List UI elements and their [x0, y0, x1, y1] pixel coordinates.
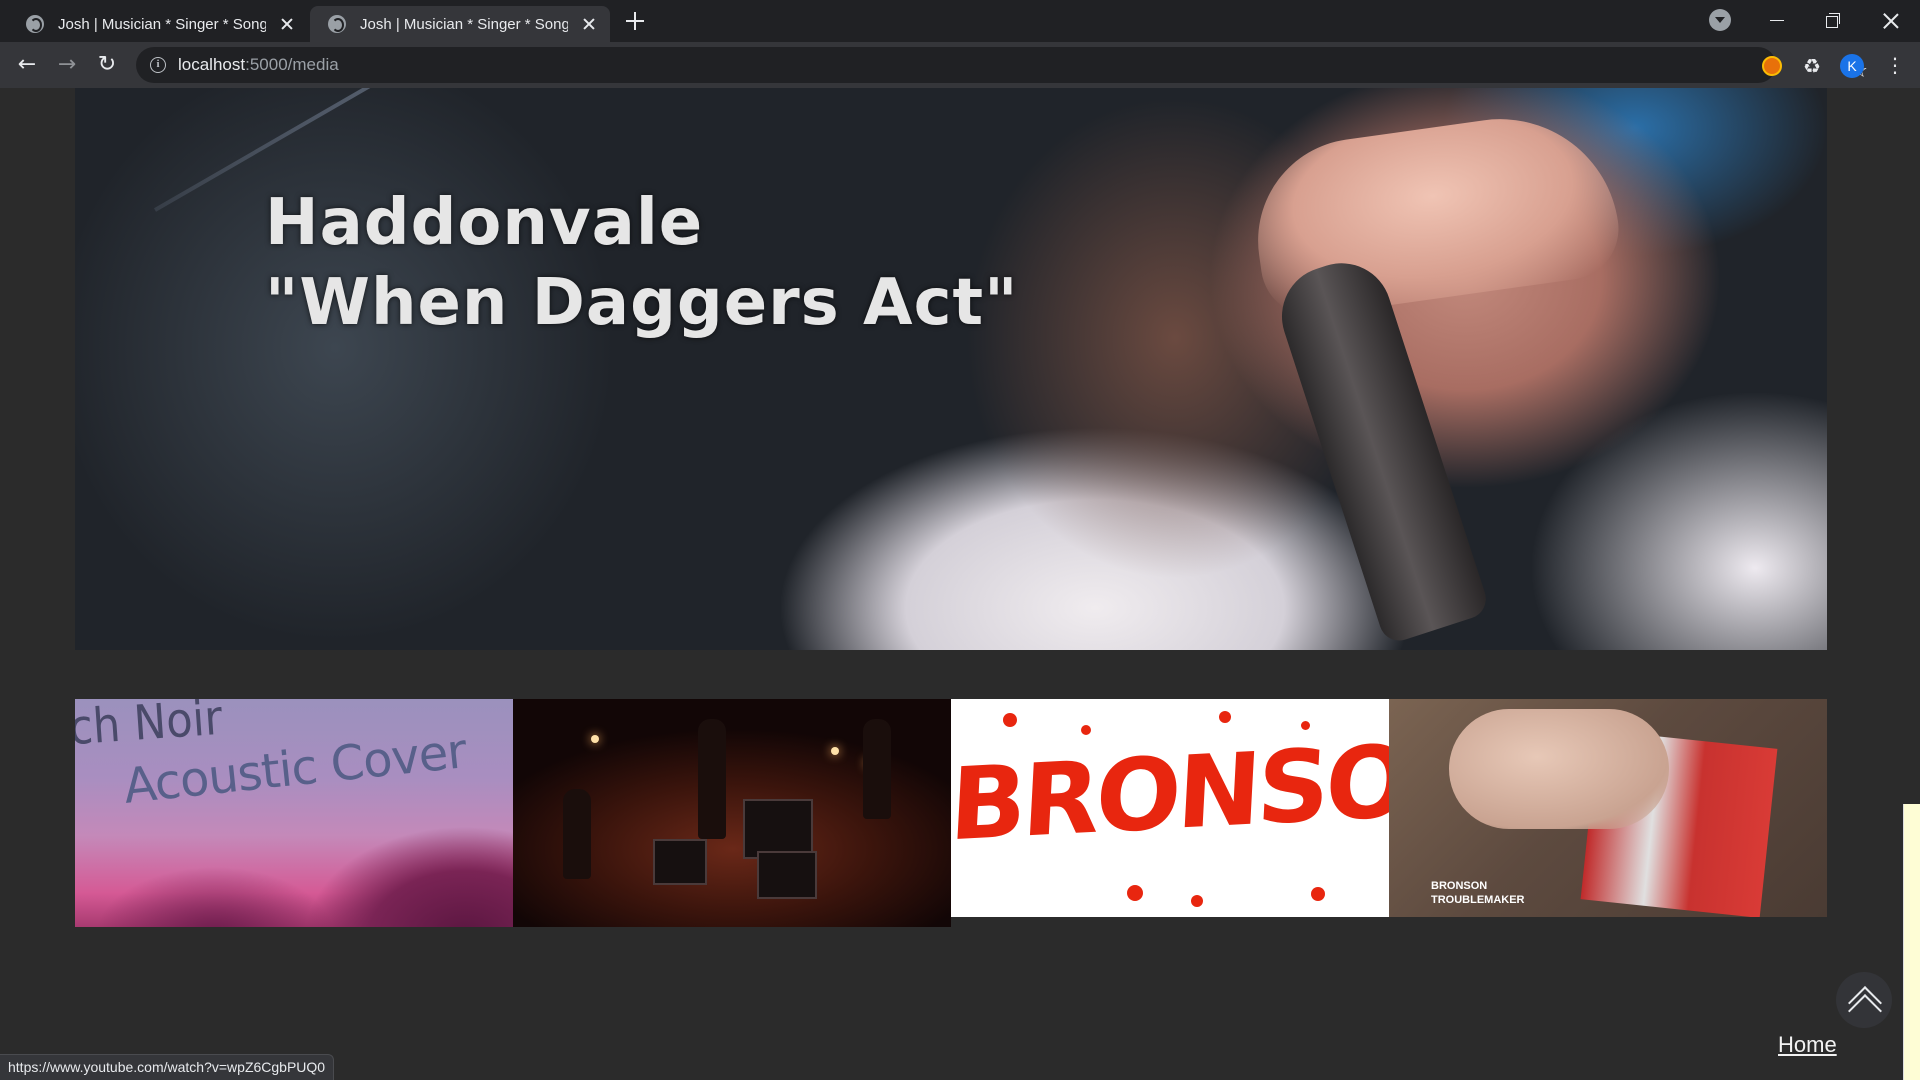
tab-title: Josh | Musician * Singer * Songwriter — [360, 15, 568, 33]
scrollbar[interactable] — [1903, 804, 1920, 1080]
video-thumb-troublemaker[interactable]: BRONSON TROUBLEMAKER — [1389, 699, 1827, 917]
paint-splat — [1191, 895, 1203, 907]
url-text[interactable]: localhost:5000/media — [178, 55, 339, 75]
band-member — [698, 719, 726, 839]
reload-button[interactable]: ↻ — [92, 50, 122, 80]
paint-splat — [1127, 885, 1143, 901]
amp-shape — [743, 799, 813, 859]
avatar[interactable]: K — [1840, 54, 1864, 78]
url-path: :5000/media — [245, 55, 339, 74]
tab-title: Josh | Musician * Singer * Songwriter — [58, 15, 266, 33]
url-host: localhost — [178, 55, 246, 74]
browser-tab-active[interactable]: Josh | Musician * Singer * Songwriter — [310, 6, 610, 42]
video-title-overlay: Haddonvale "When Daggers Act" — [265, 186, 1019, 340]
close-tab-icon[interactable] — [278, 15, 296, 33]
puzzle-icon[interactable]: ♻ — [1800, 54, 1824, 78]
video-thumb-bronson-logo[interactable]: BRONSON — [951, 699, 1389, 917]
video-thumb-acoustic-cover[interactable]: ch Noir Acoustic Cover — [75, 699, 513, 927]
close-tab-icon[interactable] — [580, 15, 598, 33]
globe-icon — [26, 15, 44, 33]
stage-light — [591, 735, 599, 743]
tab-strip: Josh | Musician * Singer * Songwriter Jo… — [0, 0, 1920, 42]
caption-line: TROUBLEMAKER — [1431, 894, 1525, 906]
paint-splat — [1081, 725, 1091, 735]
page-content: Haddonvale "When Daggers Act" ch Noir Ac… — [0, 88, 1920, 1080]
kebab-menu-icon[interactable]: ⋮ — [1880, 50, 1910, 80]
video-thumb-live-band[interactable] — [513, 699, 951, 927]
paint-splat — [1219, 711, 1231, 723]
address-bar[interactable]: i localhost:5000/media ☆ — [136, 47, 1868, 83]
trees-shape — [75, 827, 513, 927]
new-tab-button[interactable] — [624, 10, 646, 32]
band-member — [863, 719, 891, 819]
scroll-to-top-button[interactable] — [1836, 972, 1892, 1028]
close-window-button[interactable] — [1876, 6, 1906, 36]
globe-icon — [328, 15, 346, 33]
paint-splat — [1003, 713, 1017, 727]
extension-icon[interactable] — [1762, 56, 1782, 76]
browser-tab[interactable]: Josh | Musician * Singer * Songwriter — [8, 6, 308, 42]
caption-line: BRONSON — [1431, 880, 1488, 892]
band-member — [563, 789, 591, 879]
info-icon[interactable]: i — [150, 57, 166, 73]
restore-button[interactable] — [1819, 6, 1849, 36]
amp-shape — [757, 851, 817, 899]
featured-video[interactable]: Haddonvale "When Daggers Act" — [75, 88, 1827, 650]
browser-toolbar: ← → ↻ i localhost:5000/media ☆ ♻ K ⋮ — [0, 42, 1920, 88]
hand-shape — [1449, 709, 1669, 829]
back-button[interactable]: ← — [12, 50, 42, 80]
home-link[interactable]: Home — [1778, 1032, 1837, 1058]
thumb-text-top: ch Noir — [75, 699, 225, 757]
thumb-caption: BRONSON TROUBLEMAKER — [1431, 879, 1525, 907]
thumb-logo-text: BRONSON — [951, 718, 1389, 864]
forward-button[interactable]: → — [52, 50, 82, 80]
tab-search-icon[interactable] — [1709, 9, 1731, 31]
video-thumbnail-row: ch Noir Acoustic Cover BRONSON BRONSON T… — [75, 699, 1827, 929]
stage-light — [831, 747, 839, 755]
link-status-bubble: https://www.youtube.com/watch?v=wpZ6CgbP… — [0, 1054, 335, 1080]
drum-kit — [653, 839, 707, 885]
minimize-button[interactable] — [1762, 6, 1792, 36]
paint-splat — [1311, 887, 1325, 901]
